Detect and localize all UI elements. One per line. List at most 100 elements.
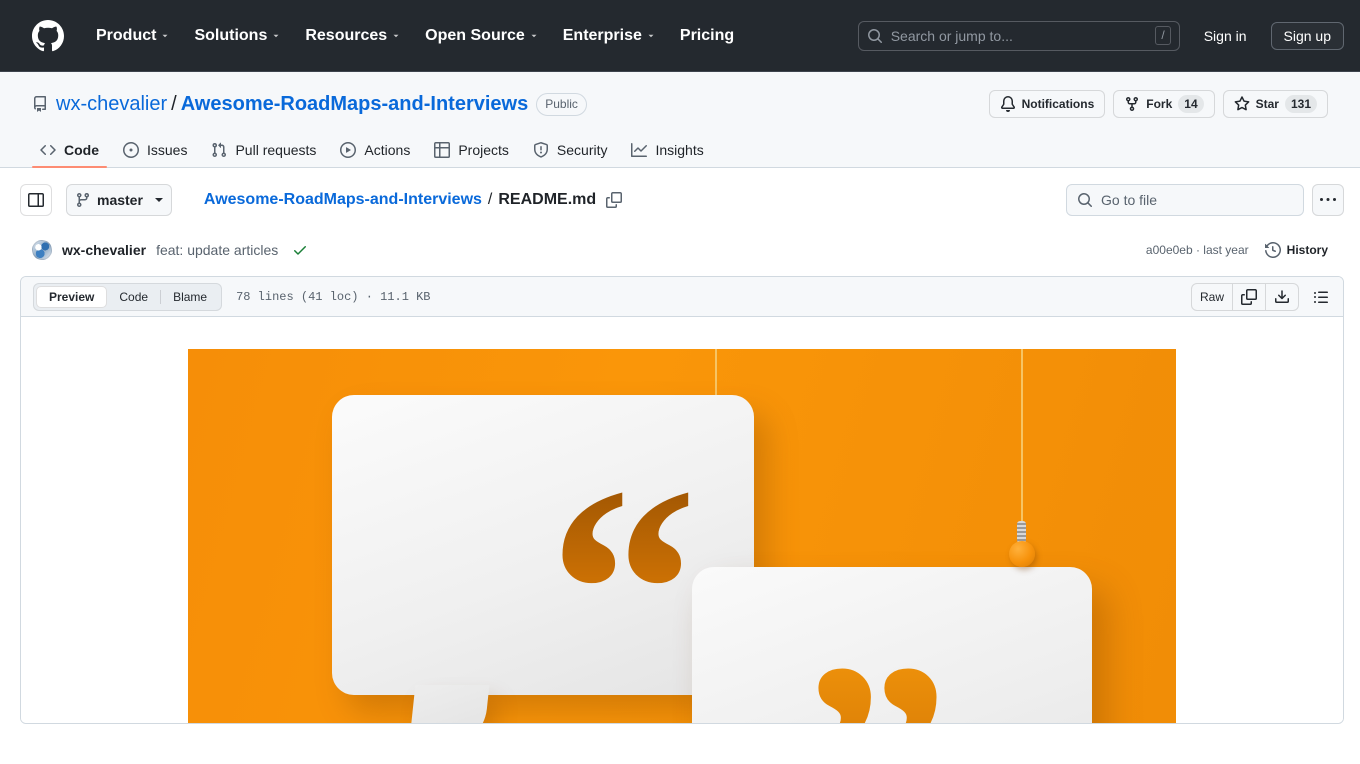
nav-item-label: Product [96, 26, 157, 44]
readme-rendered-content: “ ” [21, 317, 1343, 723]
branch-selector-button[interactable]: master [66, 184, 172, 216]
repo-visibility-badge: Public [536, 92, 587, 116]
repo-owner-link[interactable]: wx-chevalier [56, 93, 167, 116]
copy-icon [1241, 288, 1257, 305]
repo-icon [34, 96, 46, 112]
repository-title-row: wx-chevalier / Awesome-RoadMaps-and-Inte… [32, 88, 1328, 120]
breadcrumb-file-name: README.md [498, 191, 597, 208]
speech-bubble-tail [408, 685, 490, 723]
tab-label: Issues [147, 142, 188, 158]
global-nav: Product Solutions Resources Open Source … [84, 19, 746, 53]
tab-code[interactable]: Code [107, 286, 160, 308]
branch-name: master [97, 192, 143, 208]
search-icon [1078, 193, 1092, 207]
tab-code[interactable]: Code [32, 134, 107, 168]
tab-security[interactable]: Security [525, 134, 616, 167]
search-icon [867, 28, 882, 43]
tab-label: Code [64, 142, 99, 158]
history-icon [1264, 242, 1281, 258]
file-view-switcher: Preview Code Blame [33, 282, 223, 311]
tab-label: Projects [458, 142, 509, 158]
sign-in-link[interactable]: Sign in [1196, 24, 1255, 48]
github-logo-icon[interactable] [32, 19, 64, 52]
nav-item-label: Enterprise [562, 26, 642, 44]
history-link[interactable]: History [1264, 242, 1328, 258]
file-navigation-bar: master Awesome-RoadMaps-and-Interviews /… [0, 168, 1360, 232]
nav-item-resources[interactable]: Resources [293, 19, 413, 53]
sidebar-toggle-button[interactable] [20, 184, 52, 216]
search-shortcut-key: / [1155, 26, 1171, 45]
sign-up-button[interactable]: Sign up [1270, 21, 1344, 50]
fork-button[interactable]: Fork 14 [1113, 90, 1215, 118]
fork-icon [1126, 97, 1139, 112]
git-pull-request-icon [212, 142, 227, 158]
tab-label: Security [556, 142, 608, 158]
notifications-button[interactable]: Notifications [988, 90, 1106, 118]
fork-label: Fork [1146, 97, 1173, 111]
repo-separator: / [171, 92, 177, 115]
nav-item-product[interactable]: Product [84, 19, 182, 53]
nav-item-label: Solutions [194, 26, 268, 44]
file-nav-right-group: Go to file [1066, 184, 1344, 216]
kebab-horizontal-icon [1320, 198, 1336, 201]
search-input[interactable]: Search or jump to... / [857, 20, 1180, 51]
closing-quote-mark: ” [800, 617, 950, 723]
latest-commit-row: wx-chevalier feat: update articles a00e0… [24, 232, 1344, 276]
breadcrumb-repo-link[interactable]: Awesome-RoadMaps-and-Interviews [204, 191, 482, 209]
check-icon[interactable] [292, 242, 308, 258]
download-button[interactable] [1266, 284, 1298, 310]
outline-toggle-button[interactable] [1307, 283, 1335, 311]
tab-preview[interactable]: Preview [36, 285, 108, 308]
raw-actions-group: Raw [1190, 282, 1299, 311]
opening-quote-mark: “ [548, 441, 698, 723]
commit-author-link[interactable]: wx-chevalier [62, 242, 146, 258]
fork-count: 14 [1178, 95, 1204, 113]
commit-message-link[interactable]: feat: update articles [156, 242, 278, 258]
tab-projects[interactable]: Projects [426, 134, 517, 167]
breadcrumb: Awesome-RoadMaps-and-Interviews / README… [204, 191, 623, 209]
search-placeholder: Search or jump to... [890, 27, 1013, 44]
more-options-button[interactable] [1312, 184, 1344, 216]
file-toolbar-actions: Raw [1190, 282, 1335, 311]
git-branch-icon [76, 193, 89, 208]
tab-pull-requests[interactable]: Pull requests [203, 134, 324, 167]
spring-coil [1017, 521, 1026, 543]
table-icon [434, 142, 451, 158]
tab-issues[interactable]: Issues [115, 134, 195, 167]
copy-raw-button[interactable] [1233, 283, 1266, 310]
nav-item-open-source[interactable]: Open Source [413, 19, 551, 53]
nav-item-pricing[interactable]: Pricing [668, 19, 746, 53]
issue-opened-icon [123, 142, 139, 158]
tab-blame[interactable]: Blame [161, 286, 219, 308]
history-label: History [1286, 243, 1328, 257]
download-icon [1275, 289, 1289, 303]
star-button[interactable]: Star 131 [1222, 90, 1328, 118]
graph-icon [631, 143, 648, 157]
chevron-down-icon [273, 34, 279, 37]
list-unordered-icon [1314, 291, 1328, 303]
nav-item-solutions[interactable]: Solutions [182, 19, 293, 53]
file-content-panel: Preview Code Blame 78 lines (41 loc) · 1… [20, 276, 1344, 724]
repo-action-buttons: Notifications Fork 14 Star 131 [988, 90, 1328, 118]
go-to-file-input[interactable]: Go to file [1066, 184, 1304, 216]
bell-icon [1000, 96, 1015, 112]
chevron-down-icon [648, 34, 654, 37]
go-to-file-placeholder: Go to file [1101, 192, 1158, 208]
tab-label: Actions [364, 142, 411, 158]
star-icon [1234, 96, 1250, 111]
copy-path-icon[interactable] [606, 192, 623, 208]
commit-sha-and-time[interactable]: a00e0eb · last year [1146, 243, 1249, 257]
star-label: Star [1255, 97, 1279, 111]
tab-insights[interactable]: Insights [623, 134, 711, 167]
global-header: Product Solutions Resources Open Source … [0, 0, 1360, 72]
raw-button[interactable]: Raw [1192, 283, 1233, 310]
play-icon [340, 142, 357, 158]
nav-item-enterprise[interactable]: Enterprise [551, 19, 668, 53]
avatar[interactable] [32, 240, 52, 260]
chevron-down-icon [154, 198, 163, 202]
tab-actions[interactable]: Actions [332, 134, 418, 167]
nav-item-label: Open Source [425, 26, 525, 44]
commit-meta-group: a00e0eb · last year History [1146, 242, 1328, 258]
repo-name-link[interactable]: Awesome-RoadMaps-and-Interviews [181, 93, 529, 116]
repository-header: wx-chevalier / Awesome-RoadMaps-and-Inte… [0, 72, 1360, 168]
